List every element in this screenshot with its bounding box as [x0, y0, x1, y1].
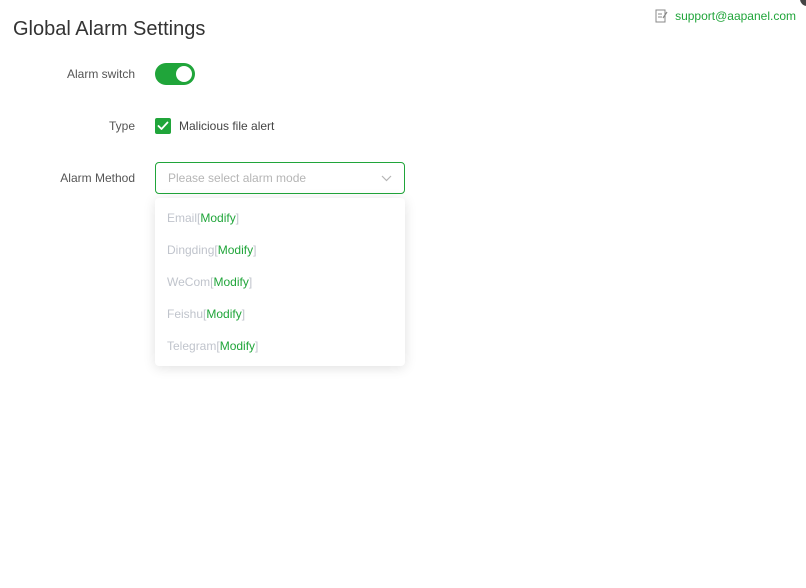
checkbox-label: Malicious file alert [179, 119, 275, 133]
alarm-switch-row: Alarm switch [0, 63, 195, 85]
switch-knob [176, 66, 192, 82]
modify-telegram-link[interactable]: Modify [220, 339, 255, 353]
alarm-switch-label: Alarm switch [66, 67, 135, 81]
alarm-method-select[interactable]: Please select alarm mode [155, 162, 405, 194]
checkbox-box[interactable] [155, 118, 171, 134]
bracket-close: ] [235, 211, 240, 225]
modify-feishu-link[interactable]: Modify [206, 307, 241, 321]
option-telegram: Telegram[Modify] [155, 330, 405, 362]
option-name: Dingding [167, 243, 215, 257]
modify-email-link[interactable]: Modify [200, 211, 235, 225]
checkmark-icon [157, 121, 169, 130]
bracket-close: ] [248, 275, 253, 289]
alarm-method-dropdown: Email[Modify] Dingding[Modify] WeCom[Mod… [155, 198, 405, 366]
type-label: Type [108, 119, 135, 133]
page-title: Global Alarm Settings [13, 18, 206, 40]
option-wecom: WeCom[Modify] [155, 266, 405, 298]
global-alarm-settings-page: support@aapanel.com Global Alarm Setting… [0, 0, 806, 588]
select-placeholder: Please select alarm mode [168, 171, 307, 185]
alarm-method-row: Alarm Method Please select alarm mode [0, 162, 405, 194]
option-dingding: Dingding[Modify] [155, 234, 405, 266]
option-email: Email[Modify] [155, 202, 405, 234]
type-row: Type Malicious file alert [0, 118, 274, 134]
alarm-method-label: Alarm Method [60, 171, 135, 185]
bracket-close: ] [253, 243, 257, 257]
corner-indicator [800, 0, 806, 6]
option-name: Email [167, 211, 198, 225]
edit-note-icon [655, 9, 668, 23]
option-name: Feishu [167, 307, 204, 321]
option-name: WeCom [167, 275, 211, 289]
option-feishu: Feishu[Modify] [155, 298, 405, 330]
modify-wecom-link[interactable]: Modify [213, 275, 248, 289]
option-name: Telegram [167, 339, 217, 353]
chevron-down-icon [381, 175, 392, 181]
support-email-link[interactable]: support@aapanel.com [675, 9, 796, 23]
alarm-switch-toggle[interactable] [155, 63, 195, 85]
support-contact[interactable]: support@aapanel.com [655, 9, 796, 23]
modify-dingding-link[interactable]: Modify [218, 243, 253, 257]
bracket-close: ] [255, 339, 259, 353]
malicious-file-alert-checkbox[interactable]: Malicious file alert [155, 118, 274, 134]
bracket-close: ] [241, 307, 246, 321]
